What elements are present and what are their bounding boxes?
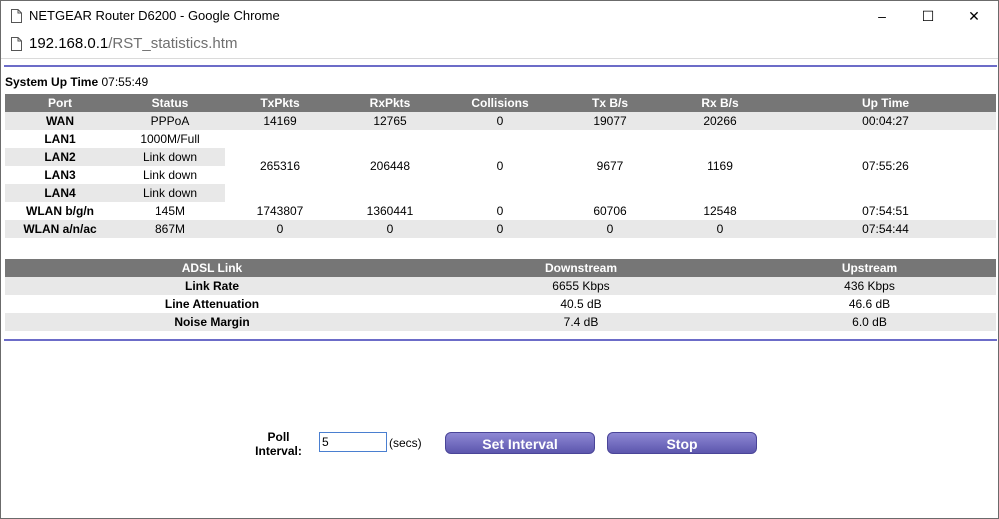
- system-up-time-value: 07:55:49: [101, 75, 149, 89]
- table-row-wan: WAN PPPoA 14169 12765 0 19077 20266 00:0…: [5, 112, 996, 130]
- port-name: WAN: [5, 112, 115, 130]
- table-header-row: Port Status TxPkts RxPkts Collisions Tx …: [5, 94, 996, 112]
- tx-packets: 1743807: [256, 204, 304, 218]
- system-up-time: System Up Time 07:55:49: [5, 75, 148, 89]
- upstream-value: 46.6 dB: [848, 297, 891, 311]
- close-button[interactable]: ✕: [951, 1, 997, 31]
- header-status: Status: [115, 94, 225, 112]
- poll-label-line1: Poll: [267, 430, 290, 444]
- port-name: LAN2: [5, 148, 115, 166]
- adsl-metric-label: Line Attenuation: [164, 297, 260, 311]
- url-path: /RST_statistics.htm: [108, 35, 238, 52]
- rx-bps: 0: [665, 220, 775, 238]
- tx-bps: 9677: [596, 159, 624, 173]
- browser-window: NETGEAR Router D6200 - Google Chrome – ☐…: [0, 0, 999, 519]
- poll-interval-label: Poll Interval:: [251, 430, 306, 458]
- url-text[interactable]: 192.168.0.1/RST_statistics.htm: [29, 35, 237, 52]
- downstream-value: 6655 Kbps: [419, 277, 743, 295]
- port-status: PPPoA: [115, 112, 225, 130]
- page-info-icon[interactable]: [11, 37, 22, 56]
- rx-packets: 0: [335, 220, 445, 238]
- collisions: 0: [496, 204, 504, 218]
- address-bar[interactable]: 192.168.0.1/RST_statistics.htm: [1, 31, 998, 59]
- title-bar: NETGEAR Router D6200 - Google Chrome – ☐…: [1, 1, 998, 31]
- header-txpkts: TxPkts: [225, 94, 335, 112]
- port-status: 867M: [115, 220, 225, 238]
- minimize-button[interactable]: –: [859, 1, 905, 31]
- header-tx-bps: Tx B/s: [555, 94, 665, 112]
- tx-packets: 14169: [225, 112, 335, 130]
- page-icon: [11, 9, 22, 28]
- tx-bps: 60706: [593, 204, 627, 218]
- adsl-metric-label: Link Rate: [5, 277, 419, 295]
- set-interval-button[interactable]: Set Interval: [445, 432, 595, 454]
- collisions: 0: [496, 159, 504, 173]
- stop-button[interactable]: Stop: [607, 432, 757, 454]
- header-upstream: Upstream: [743, 259, 996, 277]
- collisions: 0: [445, 220, 555, 238]
- header-up-time: Up Time: [775, 94, 996, 112]
- url-host: 192.168.0.1: [29, 35, 109, 52]
- poll-interval-input[interactable]: [319, 432, 387, 452]
- poll-label-line2: Interval:: [255, 444, 302, 458]
- table-row-lan1: LAN1 1000M/Full 265316 206448 0 9677 116…: [5, 130, 996, 173]
- table-row-noise-margin: Noise Margin 7.4 dB 6.0 dB: [5, 313, 996, 331]
- upstream-value: 436 Kbps: [743, 277, 996, 295]
- tx-bps: 19077: [555, 112, 665, 130]
- bottom-divider: [4, 339, 997, 341]
- window-title: NETGEAR Router D6200 - Google Chrome: [29, 8, 280, 23]
- downstream-value: 40.5 dB: [560, 297, 602, 311]
- system-up-time-label: System Up Time: [5, 75, 99, 89]
- table-header-row: ADSL Link Downstream Upstream: [5, 259, 996, 277]
- rx-packets: 12765: [335, 112, 445, 130]
- up-time: 07:55:26: [862, 159, 909, 173]
- port-status: 1000M/Full: [140, 132, 200, 146]
- rx-bps: 12548: [703, 204, 737, 218]
- header-collisions: Collisions: [445, 94, 555, 112]
- up-time: 07:54:44: [775, 220, 996, 238]
- adsl-metric-label: Noise Margin: [5, 313, 419, 331]
- upstream-value: 6.0 dB: [743, 313, 996, 331]
- table-row-link-rate: Link Rate 6655 Kbps 436 Kbps: [5, 277, 996, 295]
- up-time: 07:54:51: [862, 204, 909, 218]
- header-rx-bps: Rx B/s: [665, 94, 775, 112]
- port-name: LAN1: [44, 132, 76, 146]
- table-row-wlan-bgn: WLAN b/g/n 145M 1743807 1360441 0 60706 …: [5, 202, 996, 220]
- header-adsl-link: ADSL Link: [5, 259, 419, 277]
- header-rxpkts: RxPkts: [335, 94, 445, 112]
- table-row-line-attenuation: Line Attenuation 40.5 dB 46.6 dB: [5, 295, 996, 313]
- port-name: LAN4: [5, 184, 115, 202]
- header-port: Port: [5, 94, 115, 112]
- tx-packets: 0: [225, 220, 335, 238]
- downstream-value: 7.4 dB: [419, 313, 743, 331]
- port-name: WLAN b/g/n: [26, 204, 94, 218]
- table-row-wlan-anac: WLAN a/n/ac 867M 0 0 0 0 0 07:54:44: [5, 220, 996, 238]
- adsl-link-table: ADSL Link Downstream Upstream Link Rate …: [5, 259, 996, 331]
- port-name: LAN3: [44, 168, 76, 182]
- port-status: 145M: [154, 204, 186, 218]
- tx-packets: 265316: [259, 159, 301, 173]
- tx-bps: 0: [555, 220, 665, 238]
- port-name: WLAN a/n/ac: [5, 220, 115, 238]
- collisions: 0: [445, 112, 555, 130]
- top-divider: [4, 65, 997, 67]
- rx-packets: 1360441: [366, 204, 414, 218]
- rx-bps: 1169: [707, 159, 733, 173]
- maximize-button[interactable]: ☐: [905, 1, 951, 31]
- port-statistics-table: Port Status TxPkts RxPkts Collisions Tx …: [5, 94, 996, 238]
- up-time: 00:04:27: [775, 112, 996, 130]
- rx-bps: 20266: [665, 112, 775, 130]
- header-downstream: Downstream: [419, 259, 743, 277]
- poll-unit-label: (secs): [389, 436, 422, 450]
- port-status: Link down: [142, 168, 198, 182]
- rx-packets: 206448: [369, 159, 411, 173]
- port-status: Link down: [115, 184, 225, 202]
- port-status: Link down: [115, 148, 225, 166]
